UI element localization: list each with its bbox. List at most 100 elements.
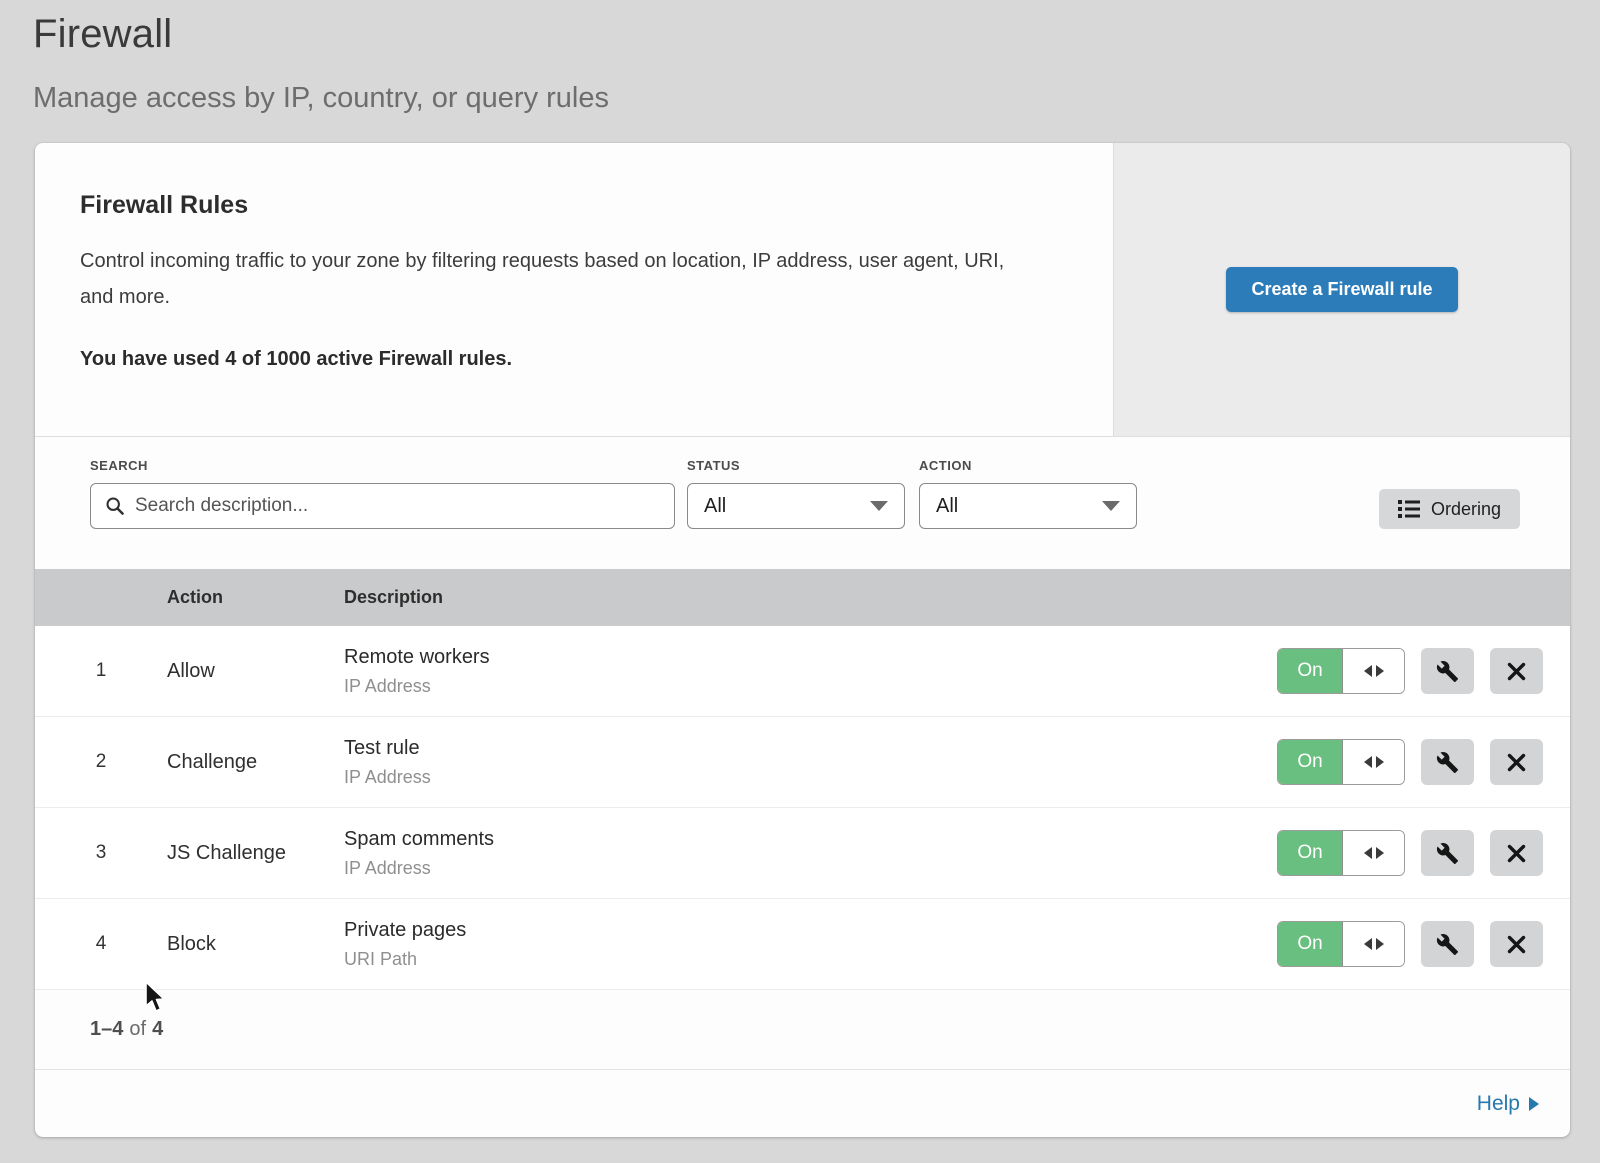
rule-description: Test rule [344, 737, 1277, 760]
search-filter-group: SEARCH [90, 458, 687, 529]
table-row: 3 JS Challenge Spam comments IP Address … [35, 808, 1570, 899]
edit-rule-button[interactable] [1421, 648, 1474, 694]
filters-bar: SEARCH STATUS All ACTION All [35, 437, 1570, 569]
table-row: 1 Allow Remote workers IP Address On [35, 626, 1570, 717]
rule-controls: On [1277, 921, 1570, 967]
edit-rule-button[interactable] [1421, 921, 1474, 967]
ordered-list-icon [1398, 500, 1420, 518]
help-arrow-icon [1529, 1097, 1539, 1111]
help-row: Help [35, 1070, 1570, 1137]
close-icon [1507, 844, 1526, 863]
ordering-button-label: Ordering [1431, 499, 1501, 520]
arrow-left-icon [1364, 847, 1372, 859]
arrow-left-icon [1364, 938, 1372, 950]
rule-enabled-toggle[interactable]: On [1277, 739, 1405, 785]
rule-match-type: IP Address [344, 858, 1277, 879]
status-filter-group: STATUS All [687, 458, 919, 529]
status-select[interactable]: All [687, 483, 905, 529]
rule-description: Private pages [344, 919, 1277, 942]
create-firewall-rule-button[interactable]: Create a Firewall rule [1226, 267, 1457, 312]
rule-action: JS Challenge [167, 842, 344, 865]
arrow-right-icon [1376, 938, 1384, 950]
search-label: SEARCH [90, 458, 687, 473]
delete-rule-button[interactable] [1490, 648, 1543, 694]
rule-controls: On [1277, 830, 1570, 876]
delete-rule-button[interactable] [1490, 739, 1543, 785]
rules-intro: Firewall Rules Control incoming traffic … [35, 143, 1113, 436]
search-input[interactable] [135, 495, 660, 517]
search-icon [105, 496, 125, 516]
rule-match-type: URI Path [344, 949, 1277, 970]
rule-match-type: IP Address [344, 676, 1277, 697]
toggle-drag-handle[interactable] [1342, 831, 1404, 875]
rule-controls: On [1277, 648, 1570, 694]
page-title: Firewall [33, 12, 1600, 57]
action-label: ACTION [919, 458, 1151, 473]
rule-enabled-toggle[interactable]: On [1277, 830, 1405, 876]
close-icon [1507, 662, 1526, 681]
table-row: 4 Block Private pages URI Path On [35, 899, 1570, 990]
arrow-left-icon [1364, 665, 1372, 677]
description-column-header: Description [344, 587, 1570, 608]
rule-action: Block [167, 933, 344, 956]
rule-description: Spam comments [344, 828, 1277, 851]
status-label: STATUS [687, 458, 919, 473]
rules-heading: Firewall Rules [80, 191, 1053, 220]
wrench-icon [1436, 842, 1459, 865]
close-icon [1507, 753, 1526, 772]
help-link-label: Help [1477, 1092, 1520, 1116]
rule-enabled-toggle[interactable]: On [1277, 648, 1405, 694]
arrow-right-icon [1376, 665, 1384, 677]
close-icon [1507, 935, 1526, 954]
delete-rule-button[interactable] [1490, 921, 1543, 967]
action-select[interactable]: All [919, 483, 1137, 529]
card-top-section: Firewall Rules Control incoming traffic … [35, 143, 1570, 437]
toggle-on-label[interactable]: On [1278, 649, 1342, 693]
toggle-on-label[interactable]: On [1278, 740, 1342, 784]
action-filter-group: ACTION All [919, 458, 1151, 529]
table-header: Action Description [35, 569, 1570, 626]
firewall-rules-card: Firewall Rules Control incoming traffic … [35, 143, 1570, 1137]
rule-action: Challenge [167, 751, 344, 774]
status-selected-value: All [704, 495, 726, 518]
page-header: Firewall Manage access by IP, country, o… [0, 0, 1600, 115]
toggle-drag-handle[interactable] [1342, 649, 1404, 693]
pagination-range: 1–4 [90, 1018, 123, 1041]
chevron-down-icon [870, 501, 888, 511]
help-link[interactable]: Help [1477, 1092, 1539, 1116]
toggle-drag-handle[interactable] [1342, 922, 1404, 966]
toggle-drag-handle[interactable] [1342, 740, 1404, 784]
wrench-icon [1436, 751, 1459, 774]
arrow-left-icon [1364, 756, 1372, 768]
rule-priority: 4 [35, 933, 167, 955]
chevron-down-icon [1102, 501, 1120, 511]
wrench-icon [1436, 933, 1459, 956]
toggle-on-label[interactable]: On [1278, 922, 1342, 966]
create-rule-panel: Create a Firewall rule [1113, 143, 1570, 436]
rules-description: Control incoming traffic to your zone by… [80, 243, 1038, 315]
rule-enabled-toggle[interactable]: On [1277, 921, 1405, 967]
toggle-on-label[interactable]: On [1278, 831, 1342, 875]
pagination-total: 4 [152, 1018, 163, 1041]
rule-controls: On [1277, 739, 1570, 785]
rules-usage-text: You have used 4 of 1000 active Firewall … [80, 348, 1053, 371]
rule-description: Remote workers [344, 646, 1277, 669]
action-column-header: Action [167, 587, 344, 608]
action-selected-value: All [936, 495, 958, 518]
table-row: 2 Challenge Test rule IP Address On [35, 717, 1570, 808]
rule-priority: 1 [35, 660, 167, 682]
rule-priority: 2 [35, 751, 167, 773]
edit-rule-button[interactable] [1421, 830, 1474, 876]
wrench-icon [1436, 660, 1459, 683]
rule-action: Allow [167, 660, 344, 683]
ordering-button[interactable]: Ordering [1379, 489, 1520, 529]
delete-rule-button[interactable] [1490, 830, 1543, 876]
search-box[interactable] [90, 483, 675, 529]
rule-priority: 3 [35, 842, 167, 864]
pagination-row: 1–4 of 4 [35, 990, 1570, 1070]
edit-rule-button[interactable] [1421, 739, 1474, 785]
arrow-right-icon [1376, 756, 1384, 768]
arrow-right-icon [1376, 847, 1384, 859]
rule-match-type: IP Address [344, 767, 1277, 788]
page-subtitle: Manage access by IP, country, or query r… [33, 82, 1600, 115]
